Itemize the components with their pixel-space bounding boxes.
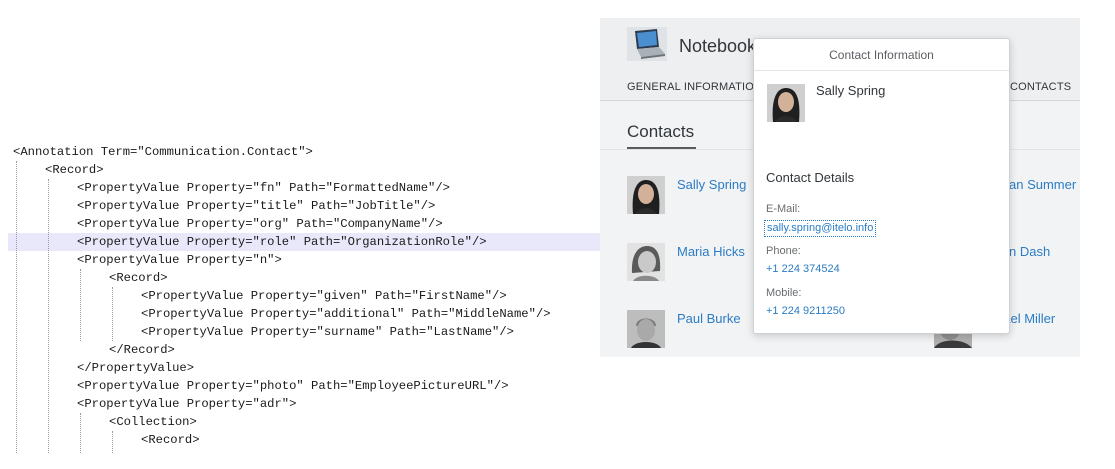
phone-link[interactable]: +1 224 374524 [766,263,840,275]
section-title: Contacts [627,122,695,141]
indent-guide [80,413,81,453]
contact-popover: Contact Information Sally Spring Contact… [753,38,1010,334]
contact-name-link[interactable]: Paul Burke [677,311,741,326]
code-line: <PropertyValue Property="org" Path="Comp… [77,217,443,231]
contact-name-link[interactable]: Sally Spring [677,177,746,192]
code-line: <PropertyValue Property="fn" Path="Forma… [77,181,450,195]
code-line: <PropertyValue Property="surname" Path="… [141,325,514,339]
contact-name: Sally Spring [816,83,886,98]
notebook-icon [627,27,667,61]
tab-general-information[interactable]: GENERAL INFORMATIO [627,81,754,93]
indent-guide [112,431,113,453]
indent-guide [80,269,81,341]
mobile-label: Mobile: [766,287,802,299]
popover-title: Contact Information [829,48,934,62]
xml-code-panel: <Annotation Term="Communication.Contact"… [0,143,600,453]
contact-name-link[interactable]: an Summer [1009,177,1076,192]
divider [754,70,1009,71]
code-line: <PropertyValue Property="additional" Pat… [141,307,551,321]
code-line: <PropertyValue Property="adr"> [77,397,297,411]
email-label: E-Mail: [766,203,801,215]
mobile-link[interactable]: +1 224 9211250 [766,305,845,317]
contact-name-link[interactable]: n Dash [1009,244,1050,259]
indent-guide [112,287,113,341]
code-line: <Record> [141,433,200,447]
tab-contacts[interactable]: CONTACTS [1010,81,1071,93]
avatar [767,84,805,122]
code-line: <PropertyValue Property="n"> [77,253,282,267]
page-title: Notebook [679,36,757,56]
code-line: <PropertyValue Property="photo" Path="Em… [77,379,509,393]
indent-guide [16,161,17,453]
code-line: <Record> [45,163,104,177]
avatar [627,310,665,348]
contact-details-heading: Contact Details [766,170,855,185]
contact-name-link[interactable]: Maria Hicks [677,244,745,259]
phone-label: Phone: [766,245,801,257]
code-line: <Collection> [109,415,197,429]
indent-guide [48,179,49,453]
code-line: </PropertyValue> [77,361,195,375]
code-line: <Annotation Term="Communication.Contact"… [13,145,313,159]
code-line: <PropertyValue Property="title" Path="Jo… [77,199,436,213]
section-underline [627,147,696,149]
email-link[interactable]: sally.spring@itelo.info [764,220,877,237]
code-line: <Record> [109,271,168,285]
code-line: <PropertyValue Property="given" Path="Fi… [141,289,507,303]
code-line: <PropertyValue Property="role" Path="Org… [77,235,487,249]
avatar [627,176,665,214]
code-line: </Record> [109,343,175,357]
avatar [627,243,665,281]
